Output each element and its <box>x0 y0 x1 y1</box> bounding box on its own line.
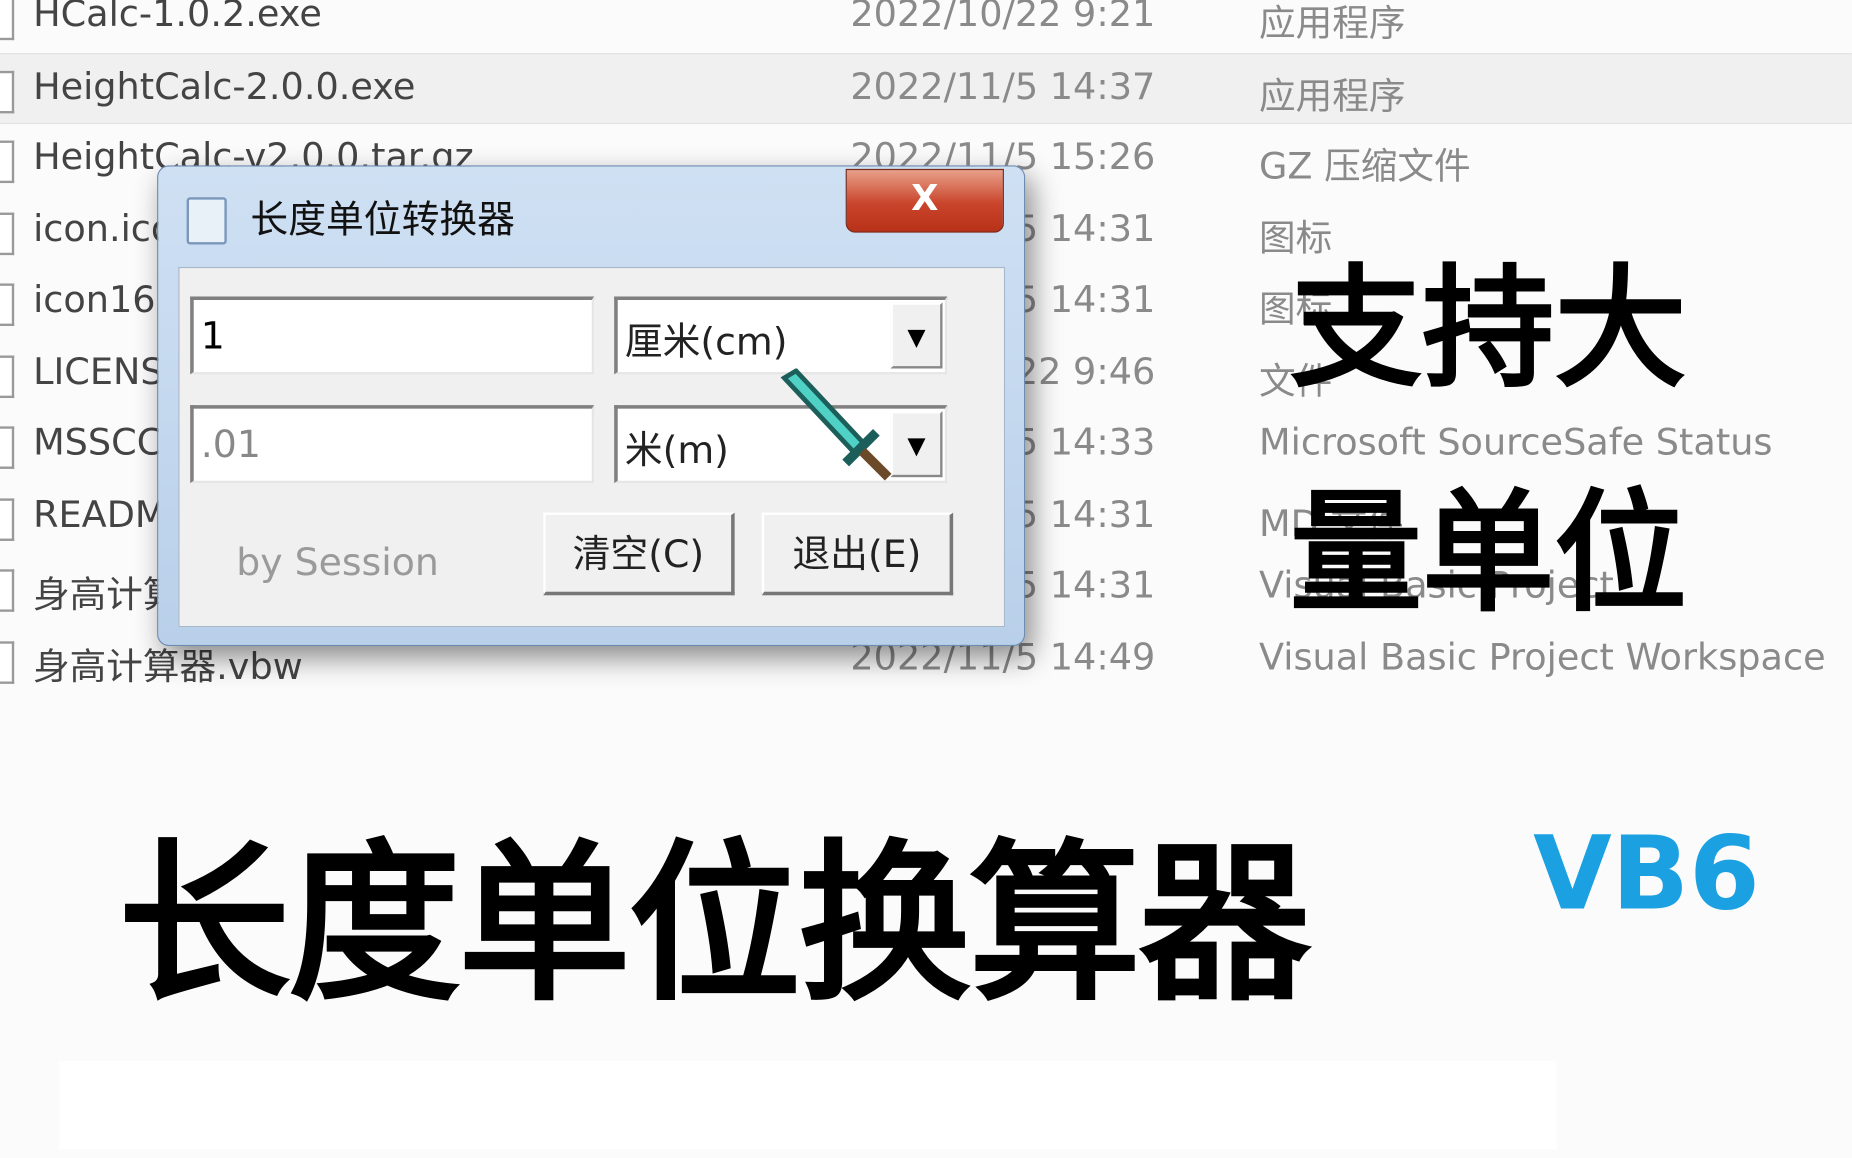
dialog-title: 长度单位转换器 <box>250 197 515 243</box>
file-row[interactable]: HCalc-1.0.2.exe 2022/10/22 9:21 应用程序 <box>0 0 1852 50</box>
exit-button[interactable]: 退出(E) <box>761 512 954 596</box>
file-type: 应用程序 <box>1259 2 1406 45</box>
file-icon <box>0 426 15 469</box>
vb6-tag: VB6 <box>1533 814 1760 934</box>
file-type: Visual Basic Project Workspace <box>1259 636 1826 679</box>
file-icon <box>0 283 15 326</box>
file-icon <box>0 569 15 612</box>
file-icon <box>0 70 15 113</box>
chevron-down-icon[interactable]: ▼ <box>890 302 943 369</box>
file-icon <box>0 0 15 41</box>
file-name: HeightCalc-2.0.0.exe <box>33 65 416 109</box>
file-icon <box>0 640 15 684</box>
close-button[interactable]: X <box>845 168 1004 233</box>
file-type: GZ 压缩文件 <box>1259 145 1471 188</box>
file-type: 应用程序 <box>1259 74 1406 118</box>
subtitle-line-2: 量单位 <box>1289 477 1687 631</box>
file-icon <box>0 497 15 541</box>
author-credit: by Session <box>236 539 439 585</box>
input-unit-value: 厘米(cm) <box>624 318 788 364</box>
subtitle-line-1: 支持大 <box>1289 252 1687 407</box>
file-date: 2022/10/22 9:21 <box>850 0 1156 36</box>
clear-button[interactable]: 清空(C) <box>543 512 735 596</box>
chevron-down-icon[interactable]: ▼ <box>890 411 943 478</box>
file-row[interactable]: HeightCalc-2.0.0.exe 2022/11/5 14:37 应用程序 <box>0 52 1852 124</box>
input-value-field[interactable]: 1 <box>190 296 595 375</box>
output-unit-value: 米(m) <box>624 427 729 473</box>
calculator-icon <box>186 197 227 245</box>
input-unit-select[interactable]: 厘米(cm) ▼ <box>614 296 948 375</box>
file-icon <box>0 212 15 255</box>
blank-area <box>59 1060 1557 1150</box>
screen: HCalc-1.0.2.exe 2022/10/22 9:21 应用程序 Height… <box>0 0 1852 1158</box>
output-value-field[interactable]: .01 <box>190 405 595 484</box>
file-date: 2022/11/5 14:37 <box>850 65 1156 109</box>
file-name: HCalc-1.0.2.exe <box>33 0 322 36</box>
file-name: icon.ico <box>33 207 174 250</box>
file-icon <box>0 140 15 184</box>
file-icon <box>0 354 15 398</box>
diamond-sword-cursor-icon <box>780 368 892 481</box>
main-title: 长度单位换算器 <box>118 824 1311 1026</box>
